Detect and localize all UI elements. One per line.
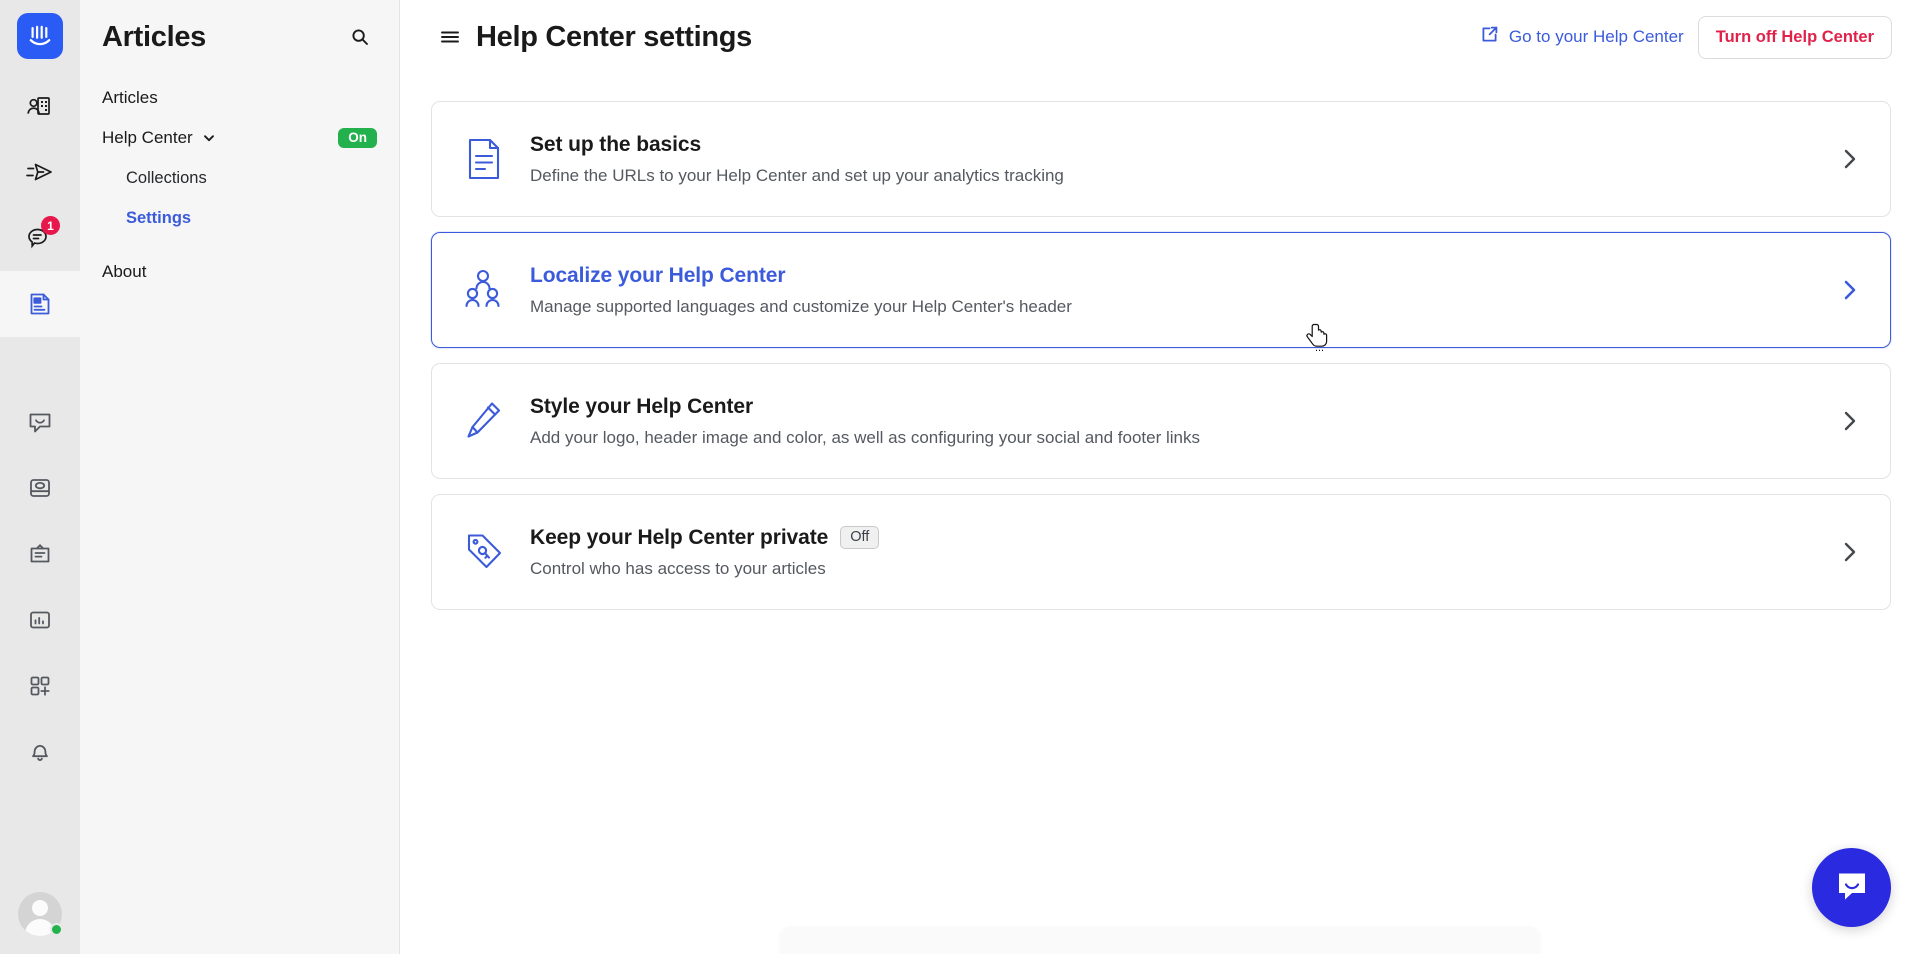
avatar[interactable] xyxy=(18,892,63,936)
go-to-help-center-link[interactable]: Go to your Help Center xyxy=(1480,25,1684,49)
sidebar-item-label: About xyxy=(102,262,147,281)
messenger-launcher-button[interactable] xyxy=(1812,848,1891,927)
sidebar-item-articles[interactable]: Articles xyxy=(102,78,377,118)
settings-card-set-up-the-basics[interactable]: Set up the basics Define the URLs to you… xyxy=(431,101,1891,217)
turn-off-help-center-button[interactable]: Turn off Help Center xyxy=(1697,15,1892,59)
rail-item-knowledge[interactable] xyxy=(0,455,80,521)
sidebar-item-label: Settings xyxy=(126,208,192,227)
avatar-head xyxy=(32,900,48,916)
tag-lock-icon xyxy=(462,529,518,575)
card-title-row: Style your Help Center xyxy=(530,395,1840,419)
chevron-down-icon[interactable] xyxy=(202,131,216,145)
search-icon[interactable] xyxy=(343,20,377,54)
contacts-icon xyxy=(25,91,55,121)
bottom-floating-bar xyxy=(780,928,1540,954)
rail-group-bottom xyxy=(0,389,80,785)
secondary-sidebar: Articles Articles Help Center On Collect… xyxy=(80,0,400,954)
card-title: Set up the basics xyxy=(530,132,702,156)
page-header-actions: Go to your Help Center Turn off Help Cen… xyxy=(1480,15,1892,59)
sidebar-item-help-center[interactable]: Help Center On xyxy=(102,118,377,158)
article-document-icon xyxy=(25,289,55,319)
paper-plane-icon xyxy=(24,157,56,187)
card-title: Localize your Help Center xyxy=(530,263,786,287)
rail-group-top: 1 xyxy=(0,73,80,337)
page-title: Help Center settings xyxy=(476,20,752,53)
rail-item-inbox[interactable]: 1 xyxy=(0,205,80,271)
rail-badge-inbox: 1 xyxy=(41,216,60,235)
rail-item-articles[interactable] xyxy=(0,271,80,337)
sidebar-item-settings[interactable]: Settings xyxy=(102,198,377,238)
card-title: Style your Help Center xyxy=(530,394,754,418)
card-body: Localize your Help Center Manage support… xyxy=(530,264,1840,317)
sidebar-item-label: Collections xyxy=(126,168,207,187)
chevron-right-icon[interactable] xyxy=(1840,408,1866,434)
sidebar-title: Articles xyxy=(102,20,206,53)
messenger-bubble-icon xyxy=(26,408,54,436)
hamburger-menu-icon[interactable] xyxy=(436,23,464,51)
card-title-row: Keep your Help Center private Off xyxy=(530,526,1840,550)
sidebar-nav: Articles Help Center On Collections Sett… xyxy=(102,78,377,292)
settings-card-list: Set up the basics Define the URLs to you… xyxy=(400,74,1920,610)
card-body: Keep your Help Center private Off Contro… xyxy=(530,526,1840,579)
app-root: 1 Articles Articles Help Center On Colle… xyxy=(0,0,1920,954)
card-subtitle: Manage supported languages and customize… xyxy=(530,296,1072,316)
rail-item-apps[interactable] xyxy=(0,653,80,719)
chevron-right-icon[interactable] xyxy=(1840,539,1866,565)
sidebar-item-about[interactable]: About xyxy=(102,252,377,292)
card-title-row: Localize your Help Center xyxy=(530,264,1840,288)
chevron-right-icon[interactable] xyxy=(1840,146,1866,172)
rail-item-reports[interactable] xyxy=(0,587,80,653)
cards-stack-icon xyxy=(26,474,54,502)
page-header: Help Center settings Go to your Help Cen… xyxy=(400,0,1920,74)
card-title-row: Set up the basics xyxy=(530,133,1840,157)
card-body: Set up the basics Define the URLs to you… xyxy=(530,133,1840,186)
card-subtitle: Control who has access to your articles xyxy=(530,558,826,578)
status-badge: Off xyxy=(840,525,880,550)
settings-card-style-your-help-center[interactable]: Style your Help Center Add your logo, he… xyxy=(431,363,1891,479)
rail-item-messenger[interactable] xyxy=(0,389,80,455)
primary-icon-rail: 1 xyxy=(0,0,80,954)
apps-grid-plus-icon xyxy=(26,672,54,700)
bar-chart-icon xyxy=(26,606,54,634)
rail-item-contacts[interactable] xyxy=(0,73,80,139)
sidebar-item-label: Help Center xyxy=(102,128,193,147)
external-link-icon xyxy=(1480,25,1499,49)
main-content: Help Center settings Go to your Help Cen… xyxy=(400,0,1920,954)
card-subtitle: Add your logo, header image and color, a… xyxy=(530,427,1200,447)
sidebar-item-label: Articles xyxy=(102,88,158,107)
pencil-icon xyxy=(462,398,518,444)
card-body: Style your Help Center Add your logo, he… xyxy=(530,395,1840,448)
bell-icon xyxy=(26,738,54,766)
settings-card-keep-your-help-center-private[interactable]: Keep your Help Center private Off Contro… xyxy=(431,494,1891,610)
chevron-right-icon[interactable] xyxy=(1840,277,1866,303)
intercom-logo-icon[interactable] xyxy=(17,13,63,59)
settings-card-localize-your-help-center[interactable]: Localize your Help Center Manage support… xyxy=(431,232,1891,348)
people-group-icon xyxy=(462,267,518,313)
sidebar-item-collections[interactable]: Collections xyxy=(102,158,377,198)
clipboard-icon xyxy=(26,540,54,568)
rail-item-outbound[interactable] xyxy=(0,139,80,205)
go-to-help-center-label: Go to your Help Center xyxy=(1508,27,1684,46)
presence-indicator xyxy=(50,923,63,936)
rail-item-surveys[interactable] xyxy=(0,521,80,587)
help-center-status-badge: On xyxy=(338,127,377,149)
sidebar-header: Articles xyxy=(102,0,377,62)
document-lines-icon xyxy=(462,136,518,182)
card-subtitle: Define the URLs to your Help Center and … xyxy=(530,165,1064,185)
card-title: Keep your Help Center private xyxy=(530,525,829,549)
messenger-launcher-icon xyxy=(1833,866,1871,909)
rail-item-notifications[interactable] xyxy=(0,719,80,785)
